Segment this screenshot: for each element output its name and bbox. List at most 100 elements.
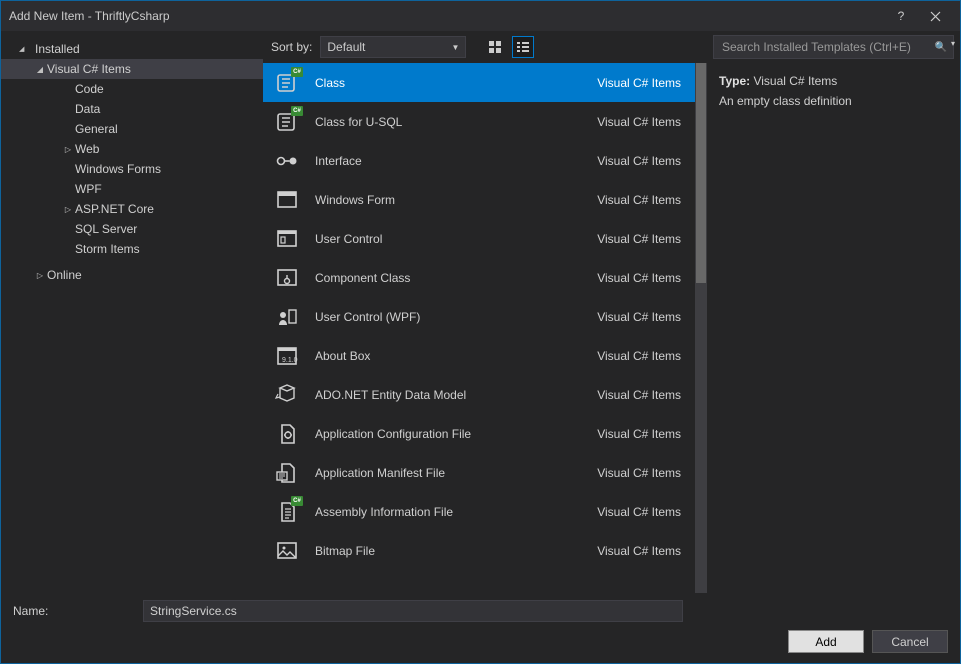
template-category: Visual C# Items (597, 310, 681, 324)
sidebar: ◢ Installed ◢Visual C# ItemsCodeDataGene… (1, 31, 263, 593)
tree-node[interactable]: ▷Web (1, 139, 263, 159)
tree-node-label: WPF (75, 182, 102, 196)
tree-node[interactable]: Storm Items (1, 239, 263, 259)
collapsed-arrow-icon: ▷ (61, 145, 75, 154)
csharp-badge-icon (291, 67, 303, 77)
usercontrol-icon (273, 225, 301, 253)
template-row[interactable]: ClassVisual C# Items (263, 63, 695, 102)
template-row[interactable]: Assembly Information FileVisual C# Items (263, 492, 695, 531)
collapse-arrow-icon: ◢ (19, 45, 31, 53)
usercontrol-wpf-icon (273, 303, 301, 331)
template-row[interactable]: Bitmap FileVisual C# Items (263, 531, 695, 570)
interface-icon (273, 147, 301, 175)
template-row[interactable]: Component ClassVisual C# Items (263, 258, 695, 297)
tree-header-installed[interactable]: ◢ Installed (1, 39, 263, 59)
template-category: Visual C# Items (597, 154, 681, 168)
window-title: Add New Item - ThriftlyCsharp (9, 9, 884, 23)
template-category: Visual C# Items (597, 115, 681, 129)
search-icon: 🔍 (935, 42, 947, 53)
tree-node-label: Visual C# Items (47, 62, 131, 76)
template-name: Interface (315, 154, 597, 168)
template-row[interactable]: Application Configuration FileVisual C# … (263, 414, 695, 453)
cancel-button[interactable]: Cancel (872, 630, 948, 653)
template-name: Assembly Information File (315, 505, 597, 519)
center-panel: Sort by: Default ▼ ClassVisual C# ItemsC… (263, 31, 707, 593)
type-row: Type: Visual C# Items (719, 71, 948, 91)
tree-node-label: Data (75, 102, 100, 116)
tree-node-label: Storm Items (75, 242, 140, 256)
tree: ◢Visual C# ItemsCodeDataGeneral▷WebWindo… (1, 59, 263, 285)
assembly-icon (273, 498, 301, 526)
template-category: Visual C# Items (597, 544, 681, 558)
tree-node[interactable]: WPF (1, 179, 263, 199)
tree-node[interactable]: General (1, 119, 263, 139)
collapsed-arrow-icon: ▷ (33, 271, 47, 280)
tree-node-label: Web (75, 142, 99, 156)
sort-by-value: Default (327, 40, 365, 54)
search-input[interactable]: Search Installed Templates (Ctrl+E) 🔍 ▾ (713, 35, 954, 59)
template-row[interactable]: Class for U-SQLVisual C# Items (263, 102, 695, 141)
tree-node[interactable]: Data (1, 99, 263, 119)
template-row[interactable]: ADO.NET Entity Data ModelVisual C# Items (263, 375, 695, 414)
csharp-badge-icon (291, 106, 303, 116)
form-icon (273, 186, 301, 214)
template-row[interactable]: 9.1.0About BoxVisual C# Items (263, 336, 695, 375)
collapsed-arrow-icon: ▷ (61, 205, 75, 214)
name-label: Name: (13, 604, 143, 618)
config-icon (273, 420, 301, 448)
template-name: Application Configuration File (315, 427, 597, 441)
manifest-icon (273, 459, 301, 487)
view-grid-button[interactable] (484, 36, 506, 58)
tree-node[interactable]: Code (1, 79, 263, 99)
toolbar: Sort by: Default ▼ (263, 31, 707, 63)
template-row[interactable]: InterfaceVisual C# Items (263, 141, 695, 180)
sort-by-label: Sort by: (271, 40, 312, 54)
type-label: Type: (719, 74, 750, 88)
add-button[interactable]: Add (788, 630, 864, 653)
tree-node[interactable]: Windows Forms (1, 159, 263, 179)
button-row: Add Cancel (13, 623, 948, 653)
expanded-arrow-icon: ◢ (33, 65, 47, 74)
footer: Name: Add Cancel (1, 593, 960, 663)
close-button[interactable] (918, 1, 952, 31)
template-name: Component Class (315, 271, 597, 285)
name-row: Name: (13, 599, 948, 623)
right-panel: Search Installed Templates (Ctrl+E) 🔍 ▾ … (707, 31, 960, 593)
name-input[interactable] (143, 600, 683, 622)
template-category: Visual C# Items (597, 388, 681, 402)
scrollbar[interactable] (695, 63, 707, 593)
template-row[interactable]: Application Manifest FileVisual C# Items (263, 453, 695, 492)
tree-node[interactable]: SQL Server (1, 219, 263, 239)
titlebar: Add New Item - ThriftlyCsharp ? (1, 1, 960, 31)
help-button[interactable]: ? (884, 1, 918, 31)
template-name: User Control (WPF) (315, 310, 597, 324)
template-list: ClassVisual C# ItemsClass for U-SQLVisua… (263, 63, 707, 593)
view-list-button[interactable] (512, 36, 534, 58)
template-category: Visual C# Items (597, 271, 681, 285)
list-icon (516, 40, 530, 54)
template-row[interactable]: User Control (WPF)Visual C# Items (263, 297, 695, 336)
description-text: An empty class definition (719, 91, 948, 111)
template-name: About Box (315, 349, 597, 363)
sort-by-dropdown[interactable]: Default ▼ (320, 36, 466, 58)
search-bar: Search Installed Templates (Ctrl+E) 🔍 ▾ (707, 31, 960, 63)
tree-node-label: Code (75, 82, 104, 96)
details-panel: Type: Visual C# Items An empty class def… (707, 63, 960, 120)
template-row[interactable]: Windows FormVisual C# Items (263, 180, 695, 219)
class-icon (273, 69, 301, 97)
aboutbox-icon: 9.1.0 (273, 342, 301, 370)
template-name: User Control (315, 232, 597, 246)
scrollbar-thumb[interactable] (696, 63, 706, 283)
main-area: ◢ Installed ◢Visual C# ItemsCodeDataGene… (1, 31, 960, 593)
tree-node[interactable]: ▷Online (1, 265, 263, 285)
template-category: Visual C# Items (597, 427, 681, 441)
ado-icon (273, 381, 301, 409)
tree-node[interactable]: ▷ASP.NET Core (1, 199, 263, 219)
tree-node[interactable]: ◢Visual C# Items (1, 59, 263, 79)
add-button-label: Add (815, 635, 836, 649)
template-category: Visual C# Items (597, 76, 681, 90)
tree-node-label: Online (47, 268, 82, 282)
chevron-down-icon: ▾ (951, 39, 955, 48)
search-placeholder: Search Installed Templates (Ctrl+E) (722, 40, 911, 54)
template-row[interactable]: User ControlVisual C# Items (263, 219, 695, 258)
